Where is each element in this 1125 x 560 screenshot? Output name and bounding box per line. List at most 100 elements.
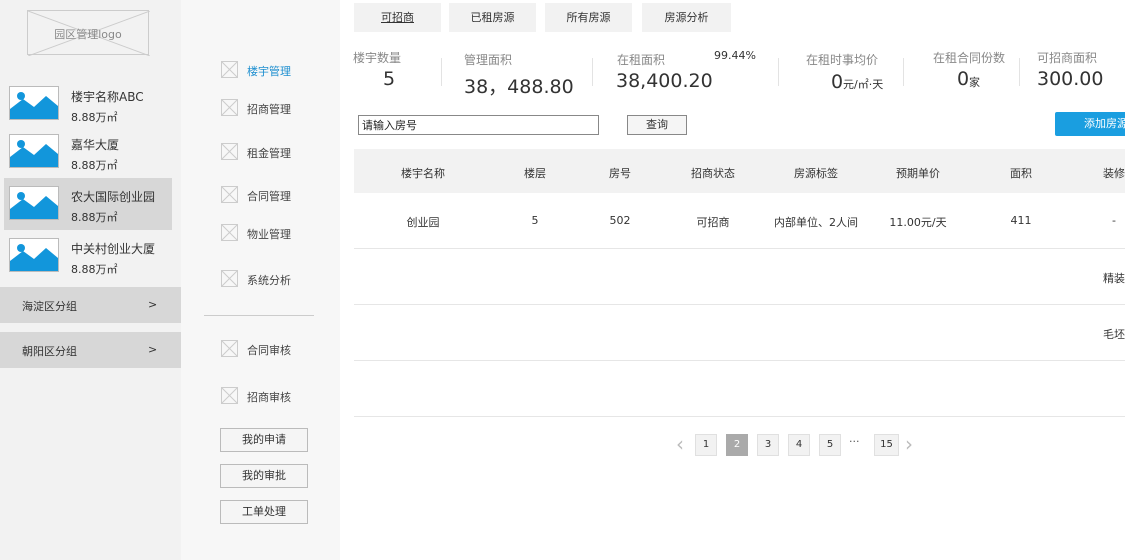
column-header: 招商状态 bbox=[691, 167, 735, 180]
tab-all[interactable]: 所有房源 bbox=[545, 3, 632, 32]
table-row[interactable]: 毛坯 bbox=[354, 305, 1125, 361]
pagination-ellipsis: ··· bbox=[849, 435, 860, 448]
stat-label: 管理面积 bbox=[464, 53, 513, 67]
menu-item-label: 合同管理 bbox=[247, 190, 291, 203]
stat-value: 300.00 bbox=[1037, 68, 1104, 90]
placeholder-icon bbox=[221, 387, 238, 404]
stat-value: 5 bbox=[383, 68, 396, 90]
building-item-selected[interactable]: 农大国际创业园 8.88万㎡ bbox=[4, 178, 172, 230]
image-icon bbox=[9, 134, 59, 168]
occupancy-rate: 99.44% bbox=[714, 49, 756, 62]
building-item[interactable]: 嘉华大厦 8.88万㎡ bbox=[4, 126, 172, 178]
placeholder-icon bbox=[221, 224, 238, 241]
table-cell: 毛坯 bbox=[1103, 328, 1125, 341]
table-cell: 内部单位、2人间 bbox=[774, 216, 858, 229]
table-cell: 可招商 bbox=[696, 216, 730, 229]
column-header: 房源标签 bbox=[794, 167, 838, 180]
table-cell: 精装 bbox=[1103, 272, 1125, 285]
page-button[interactable]: 3 bbox=[757, 434, 779, 456]
placeholder-icon bbox=[221, 186, 238, 203]
menu-item-label: 租金管理 bbox=[247, 147, 291, 160]
table-cell: 创业园 bbox=[406, 216, 440, 229]
tab-analysis[interactable]: 房源分析 bbox=[642, 3, 731, 32]
tab-rented[interactable]: 已租房源 bbox=[449, 3, 536, 32]
building-size: 8.88万㎡ bbox=[71, 159, 118, 172]
stat-value: 38,400.20 bbox=[616, 70, 713, 92]
image-icon bbox=[9, 186, 59, 220]
building-size: 8.88万㎡ bbox=[71, 211, 118, 224]
logo-text: 园区管理logo bbox=[54, 28, 122, 41]
park-logo: 园区管理logo bbox=[27, 10, 150, 56]
placeholder-icon bbox=[221, 270, 238, 287]
stat-unit: 家 bbox=[969, 76, 980, 89]
stat-label: 在租时事均价 bbox=[806, 53, 879, 67]
stat-label: 在租面积 bbox=[617, 53, 666, 67]
tab-label: 所有房源 bbox=[566, 11, 611, 24]
column-header: 预期单价 bbox=[896, 167, 940, 180]
column-header: 装修 bbox=[1103, 167, 1125, 180]
building-size: 8.88万㎡ bbox=[71, 263, 118, 276]
page-button-last[interactable]: 15 bbox=[874, 434, 899, 456]
prev-page-icon[interactable]: ‹ bbox=[676, 432, 684, 456]
chevron-right-icon: > bbox=[148, 343, 158, 356]
table-cell: - bbox=[1112, 214, 1116, 227]
group-haidian[interactable]: 海淀区分组 > bbox=[0, 287, 181, 323]
stat-value: 0 bbox=[831, 71, 844, 93]
placeholder-icon bbox=[221, 99, 238, 116]
table-row[interactable]: 精装 bbox=[354, 249, 1125, 305]
building-item[interactable]: 中关村创业大厦 8.88万㎡ bbox=[4, 230, 172, 282]
my-approvals-button[interactable]: 我的审批 bbox=[220, 464, 308, 488]
table-cell: 5 bbox=[531, 214, 539, 227]
stat-unit: 元/㎡·天 bbox=[843, 78, 884, 91]
stat-label: 在租合同份数 bbox=[933, 51, 1006, 65]
menu-item-label: 系统分析 bbox=[247, 274, 291, 287]
column-header: 房号 bbox=[609, 167, 631, 180]
page-button-current[interactable]: 2 bbox=[726, 434, 748, 456]
building-item[interactable]: 楼宇名称ABC 8.88万㎡ bbox=[4, 78, 172, 130]
my-requests-button[interactable]: 我的申请 bbox=[220, 428, 308, 452]
building-name: 中关村创业大厦 bbox=[71, 242, 156, 256]
menu-item-label: 楼宇管理 bbox=[247, 65, 291, 78]
menu-divider bbox=[204, 315, 314, 316]
group-chaoyang[interactable]: 朝阳区分组 > bbox=[0, 332, 181, 368]
stat-divider bbox=[441, 58, 442, 86]
image-icon bbox=[9, 86, 59, 120]
tab-label: 已租房源 bbox=[470, 11, 515, 24]
building-name: 楼宇名称ABC bbox=[71, 90, 144, 104]
work-order-button[interactable]: 工单处理 bbox=[220, 500, 308, 524]
table-row[interactable] bbox=[354, 361, 1125, 417]
placeholder-icon bbox=[221, 340, 238, 357]
stat-divider bbox=[903, 58, 904, 86]
menu-item-label: 合同审核 bbox=[247, 344, 291, 357]
building-name: 农大国际创业园 bbox=[71, 190, 156, 204]
stat-label: 楼宇数量 bbox=[353, 51, 402, 65]
query-button[interactable]: 查询 bbox=[627, 115, 687, 135]
next-page-icon[interactable]: › bbox=[905, 432, 913, 456]
menu-item-label: 招商审核 bbox=[247, 391, 291, 404]
page-button[interactable]: 4 bbox=[788, 434, 810, 456]
tab-available[interactable]: 可招商 bbox=[354, 3, 441, 32]
table-cell: 11.00元/天 bbox=[889, 216, 947, 229]
table-header: 楼宇名称 楼层 房号 招商状态 房源标签 预期单价 面积 装修 bbox=[354, 149, 1125, 193]
tab-label: 可招商 bbox=[381, 11, 414, 24]
stat-value: 0 bbox=[957, 68, 970, 90]
add-listing-button[interactable]: 添加房源 bbox=[1055, 112, 1125, 136]
page-button[interactable]: 1 bbox=[695, 434, 717, 456]
room-search-input[interactable] bbox=[358, 115, 599, 135]
placeholder-icon bbox=[221, 143, 238, 160]
chevron-right-icon: > bbox=[148, 298, 158, 311]
tab-label: 房源分析 bbox=[664, 11, 709, 24]
group-label: 海淀区分组 bbox=[22, 300, 77, 313]
page-button[interactable]: 5 bbox=[819, 434, 841, 456]
stat-label: 可招商面积 bbox=[1037, 51, 1098, 65]
table-cell: 411 bbox=[1010, 214, 1032, 227]
table-cell: 502 bbox=[609, 214, 631, 227]
stat-divider bbox=[778, 58, 779, 86]
table-row[interactable]: 创业园 5 502 可招商 内部单位、2人间 11.00元/天 411 - bbox=[354, 193, 1125, 249]
stat-divider bbox=[1019, 58, 1020, 86]
column-header: 楼层 bbox=[524, 167, 546, 180]
building-size: 8.88万㎡ bbox=[71, 111, 118, 124]
building-name: 嘉华大厦 bbox=[71, 138, 120, 152]
column-header: 楼宇名称 bbox=[401, 167, 445, 180]
column-header: 面积 bbox=[1010, 167, 1032, 180]
